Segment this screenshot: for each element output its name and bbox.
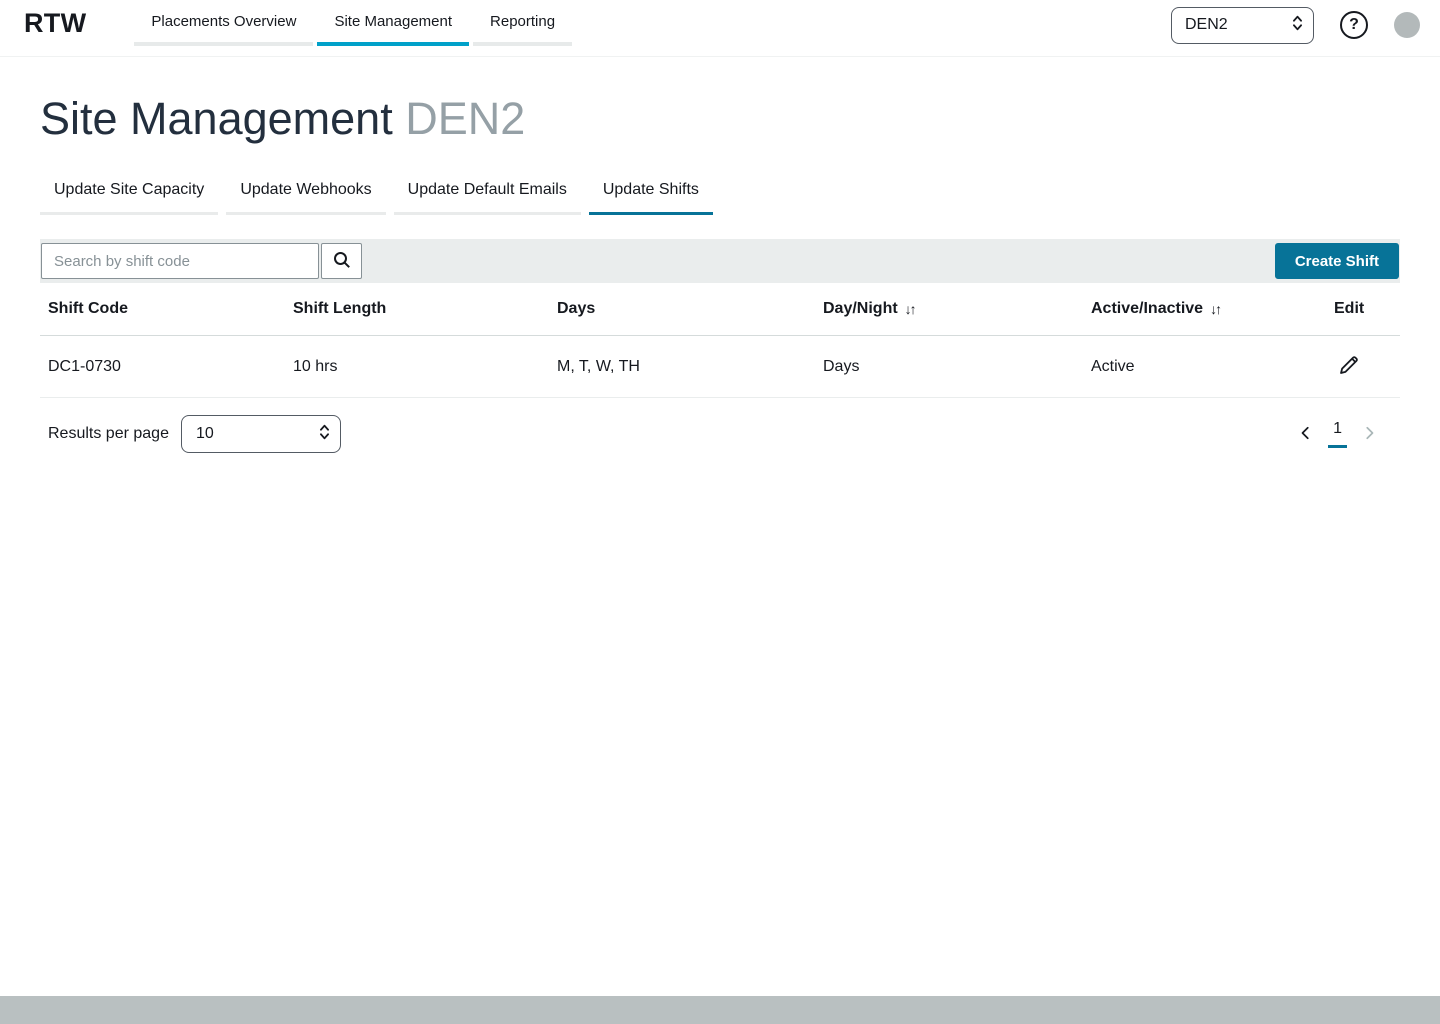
page-title-site: DEN2 bbox=[405, 93, 526, 144]
section-tabs: Update Site Capacity Update Webhooks Upd… bbox=[40, 175, 1400, 215]
pagination: 1 bbox=[1297, 420, 1378, 448]
cell-active-inactive: Active bbox=[1091, 357, 1135, 375]
next-page-button[interactable] bbox=[1360, 424, 1378, 445]
col-shift-length: Shift Length bbox=[293, 300, 387, 317]
nav-placements-overview[interactable]: Placements Overview bbox=[134, 0, 314, 46]
page-title: Site Management DEN2 bbox=[40, 93, 1400, 145]
pencil-icon bbox=[1338, 354, 1360, 379]
tab-update-shifts[interactable]: Update Shifts bbox=[588, 175, 713, 215]
prev-page-button[interactable] bbox=[1297, 424, 1315, 445]
cell-days: M, T, W, TH bbox=[557, 357, 640, 375]
site-select[interactable]: DEN2 bbox=[1171, 6, 1314, 44]
cell-edit bbox=[1326, 352, 1400, 381]
chevron-left-icon bbox=[1299, 426, 1313, 443]
cell-day-night: Days bbox=[823, 357, 860, 375]
footer-bar bbox=[0, 996, 1440, 1024]
col-day-night[interactable]: Day/Night ↓↑ bbox=[815, 300, 1083, 318]
results-per-page-select[interactable]: 10 bbox=[180, 415, 341, 453]
sort-icon-day-night[interactable]: ↓↑ bbox=[905, 301, 917, 317]
col-days: Days bbox=[557, 300, 596, 317]
tab-update-default-emails[interactable]: Update Default Emails bbox=[393, 175, 581, 215]
site-select-value: DEN2 bbox=[1185, 16, 1228, 33]
app-logo: RTW bbox=[24, 7, 87, 38]
table-header-row: Shift Code Shift Length Days Day/Night ↓… bbox=[40, 283, 1400, 336]
col-day-night-label: Day/Night bbox=[823, 300, 898, 317]
help-icon[interactable]: ? bbox=[1340, 11, 1368, 39]
sort-icon-active-inactive[interactable]: ↓↑ bbox=[1210, 301, 1222, 317]
col-active-inactive[interactable]: Active/Inactive ↓↑ bbox=[1083, 300, 1326, 318]
tab-update-webhooks[interactable]: Update Webhooks bbox=[226, 175, 386, 215]
col-shift-code: Shift Code bbox=[48, 300, 128, 317]
results-per-page: Results per page 10 bbox=[48, 415, 341, 453]
main-content: Site Management DEN2 Update Site Capacit… bbox=[0, 93, 1440, 453]
search-input[interactable] bbox=[41, 243, 319, 279]
shifts-table: Shift Code Shift Length Days Day/Night ↓… bbox=[40, 283, 1400, 398]
results-per-page-label: Results per page bbox=[48, 425, 169, 442]
top-header: RTW Placements Overview Site Management … bbox=[0, 0, 1440, 57]
search-group bbox=[41, 243, 362, 279]
table-row: DC1-0730 10 hrs M, T, W, TH Days Active bbox=[40, 336, 1400, 398]
header-right: DEN2 ? bbox=[1171, 0, 1440, 50]
col-edit: Edit bbox=[1334, 300, 1365, 317]
top-nav: Placements Overview Site Management Repo… bbox=[134, 0, 576, 46]
cell-shift-code: DC1-0730 bbox=[48, 357, 121, 375]
cell-shift-length: 10 hrs bbox=[293, 357, 338, 375]
nav-site-management[interactable]: Site Management bbox=[317, 0, 470, 46]
edit-shift-button[interactable] bbox=[1334, 352, 1364, 381]
shifts-toolbar: Create Shift bbox=[40, 239, 1400, 283]
page-number-current[interactable]: 1 bbox=[1328, 420, 1347, 448]
col-active-inactive-label: Active/Inactive bbox=[1091, 300, 1204, 317]
tab-update-site-capacity[interactable]: Update Site Capacity bbox=[40, 175, 219, 215]
table-footer: Results per page 10 1 bbox=[40, 415, 1400, 453]
search-button[interactable] bbox=[321, 243, 362, 279]
search-icon bbox=[333, 251, 351, 272]
select-stepper-icon bbox=[319, 423, 330, 446]
app-screen: RTW Placements Overview Site Management … bbox=[0, 0, 1440, 1024]
create-shift-button[interactable]: Create Shift bbox=[1274, 243, 1399, 279]
avatar[interactable] bbox=[1394, 12, 1420, 38]
page-title-text: Site Management bbox=[40, 93, 393, 144]
nav-reporting[interactable]: Reporting bbox=[473, 0, 573, 46]
results-per-page-value: 10 bbox=[195, 425, 214, 442]
chevron-right-icon bbox=[1362, 426, 1376, 443]
select-stepper-icon bbox=[1292, 14, 1303, 37]
